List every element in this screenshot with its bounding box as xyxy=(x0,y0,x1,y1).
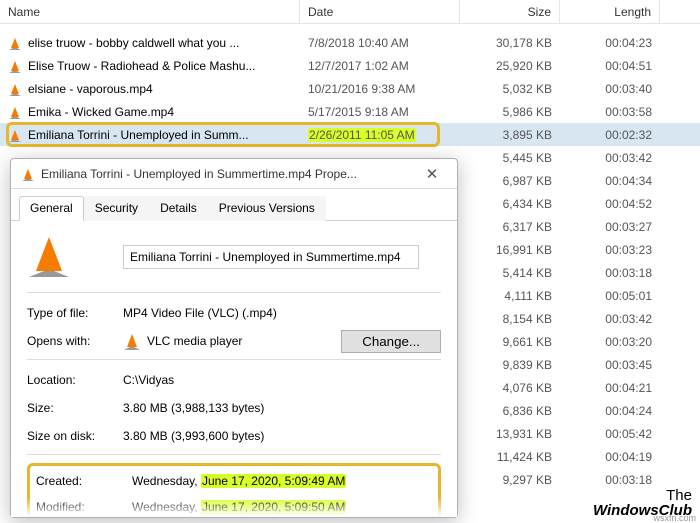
file-length: 00:04:19 xyxy=(560,450,660,464)
file-length: 00:03:42 xyxy=(560,151,660,165)
vlc-icon xyxy=(8,59,22,73)
column-header: Name Date Size Length xyxy=(0,0,700,24)
file-size: 5,414 KB xyxy=(460,266,560,280)
file-size: 4,111 KB xyxy=(460,289,560,303)
opens-with-value: VLC media player xyxy=(123,332,341,350)
opens-with-label: Opens with: xyxy=(27,334,123,348)
size-label: Size: xyxy=(27,401,123,415)
file-size: 30,178 KB xyxy=(460,36,560,50)
col-name[interactable]: Name xyxy=(0,0,300,23)
file-date: 5/17/2015 9:18 AM xyxy=(300,105,460,119)
properties-dialog: Emiliana Torrini - Unemployed in Summert… xyxy=(10,158,458,518)
size-on-disk-value: 3.80 MB (3,993,600 bytes) xyxy=(123,429,441,443)
file-size: 6,317 KB xyxy=(460,220,560,234)
table-row[interactable]: elise truow - bobby caldwell what you ..… xyxy=(0,31,700,54)
type-value: MP4 Video File (VLC) (.mp4) xyxy=(123,306,441,320)
file-size: 9,297 KB xyxy=(460,473,560,487)
file-length: 00:03:42 xyxy=(560,312,660,326)
file-size: 6,987 KB xyxy=(460,174,560,188)
dialog-titlebar[interactable]: Emiliana Torrini - Unemployed in Summert… xyxy=(11,159,457,189)
file-size: 6,434 KB xyxy=(460,197,560,211)
created-label: Created: xyxy=(36,474,132,488)
vlc-icon xyxy=(8,105,22,119)
vlc-icon xyxy=(8,36,22,50)
wsxfn-watermark: wsxfn.com xyxy=(653,513,696,523)
file-length: 00:05:42 xyxy=(560,427,660,441)
file-name: elsiane - vaporous.mp4 xyxy=(28,82,153,96)
file-size: 25,920 KB xyxy=(460,59,560,73)
file-name: Emika - Wicked Game.mp4 xyxy=(28,105,174,119)
file-length: 00:05:01 xyxy=(560,289,660,303)
file-size: 8,154 KB xyxy=(460,312,560,326)
created-value: Wednesday, June 17, 2020, 5:09:49 AM xyxy=(132,474,432,488)
table-row[interactable]: Emika - Wicked Game.mp4 5/17/2015 9:18 A… xyxy=(0,100,700,123)
file-size: 9,661 KB xyxy=(460,335,560,349)
dialog-title: Emiliana Torrini - Unemployed in Summert… xyxy=(41,167,417,181)
file-date: 10/21/2016 9:38 AM xyxy=(300,82,460,96)
file-size: 4,076 KB xyxy=(460,381,560,395)
file-date: 7/8/2018 10:40 AM xyxy=(300,36,460,50)
file-size: 16,991 KB xyxy=(460,243,560,257)
file-date: 2/26/2011 11:05 AM xyxy=(300,128,460,142)
location-label: Location: xyxy=(27,373,123,387)
file-length: 00:02:32 xyxy=(560,128,660,142)
file-length: 00:04:34 xyxy=(560,174,660,188)
location-value: C:\Vidyas xyxy=(123,373,441,387)
table-row[interactable]: Elise Truow - Radiohead & Police Mashu..… xyxy=(0,54,700,77)
file-size: 6,836 KB xyxy=(460,404,560,418)
tab-previous-versions[interactable]: Previous Versions xyxy=(208,196,326,221)
file-length: 00:03:18 xyxy=(560,473,660,487)
file-length: 00:03:27 xyxy=(560,220,660,234)
filename-input[interactable]: Emiliana Torrini - Unemployed in Summert… xyxy=(123,245,419,269)
file-size: 9,839 KB xyxy=(460,358,560,372)
file-size: 5,986 KB xyxy=(460,105,560,119)
col-date[interactable]: Date xyxy=(300,0,460,23)
file-name: Emiliana Torrini - Unemployed in Summ... xyxy=(28,128,249,142)
file-size: 5,445 KB xyxy=(460,151,560,165)
tab-security[interactable]: Security xyxy=(84,196,149,221)
file-length: 00:03:58 xyxy=(560,105,660,119)
change-button[interactable]: Change... xyxy=(341,330,441,353)
file-length: 00:04:23 xyxy=(560,36,660,50)
vlc-icon xyxy=(8,82,22,96)
file-length: 00:03:40 xyxy=(560,82,660,96)
file-name: Elise Truow - Radiohead & Police Mashu..… xyxy=(28,59,255,73)
size-on-disk-label: Size on disk: xyxy=(27,429,123,443)
file-length: 00:04:21 xyxy=(560,381,660,395)
vlc-icon xyxy=(123,332,141,350)
table-row[interactable]: elsiane - vaporous.mp4 10/21/2016 9:38 A… xyxy=(0,77,700,100)
tab-body-general: Emiliana Torrini - Unemployed in Summert… xyxy=(11,221,457,517)
vlc-icon xyxy=(8,128,22,142)
vlc-icon xyxy=(21,167,35,181)
type-label: Type of file: xyxy=(27,306,123,320)
tab-details[interactable]: Details xyxy=(149,196,208,221)
file-size: 3,895 KB xyxy=(460,128,560,142)
file-length: 00:03:23 xyxy=(560,243,660,257)
dialog-tabs: General Security Details Previous Versio… xyxy=(11,189,457,221)
file-size: 5,032 KB xyxy=(460,82,560,96)
file-date: 12/7/2017 1:02 AM xyxy=(300,59,460,73)
file-size: 11,424 KB xyxy=(460,450,560,464)
file-length: 00:03:20 xyxy=(560,335,660,349)
file-length: 00:03:45 xyxy=(560,358,660,372)
file-length: 00:04:51 xyxy=(560,59,660,73)
size-value: 3.80 MB (3,988,133 bytes) xyxy=(123,401,441,415)
tab-general[interactable]: General xyxy=(19,196,84,221)
vlc-icon-large xyxy=(27,233,71,277)
file-length: 00:04:52 xyxy=(560,197,660,211)
close-icon[interactable]: ✕ xyxy=(417,165,447,183)
col-size[interactable]: Size xyxy=(460,0,560,23)
file-size: 13,931 KB xyxy=(460,427,560,441)
file-length: 00:03:18 xyxy=(560,266,660,280)
table-row[interactable] xyxy=(0,24,700,31)
table-row-selected[interactable]: Emiliana Torrini - Unemployed in Summ...… xyxy=(0,123,700,146)
file-name: elise truow - bobby caldwell what you ..… xyxy=(28,36,239,50)
file-length: 00:04:24 xyxy=(560,404,660,418)
col-length[interactable]: Length xyxy=(560,0,660,23)
